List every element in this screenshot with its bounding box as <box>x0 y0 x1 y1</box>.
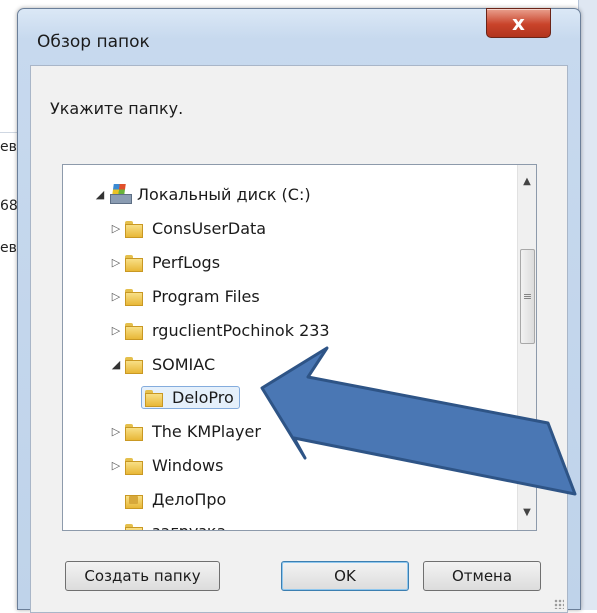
collapsed-triangle-icon[interactable]: ▷ <box>107 290 125 303</box>
tree-item-windows[interactable]: ▷ Windows <box>107 449 223 481</box>
collapsed-triangle-icon[interactable]: ▷ <box>107 425 125 438</box>
tree-item-rguclient[interactable]: ▷ rguclientPochinok 233 <box>107 314 330 346</box>
tree-item-delopro-selected[interactable]: DeloPro <box>141 381 240 413</box>
folder-icon <box>125 422 143 441</box>
folder-tree[interactable]: ◢ Локальный диск (C:) ▷ ConsUserData ▷ P… <box>62 164 537 531</box>
close-icon: x <box>512 11 525 35</box>
folder-icon <box>125 287 143 306</box>
collapsed-triangle-icon[interactable]: ▷ <box>107 324 125 337</box>
close-button[interactable]: x <box>486 8 551 38</box>
scroll-down-icon[interactable]: ▼ <box>518 504 536 522</box>
tree-item-label: PerfLogs <box>152 252 221 272</box>
tree-item-consuserdata[interactable]: ▷ ConsUserData <box>107 212 266 244</box>
tree-item-label: SOMIAC <box>152 354 216 374</box>
tree-item-local-disk[interactable]: ◢ Локальный диск (C:) <box>91 178 311 210</box>
tree-item-label: загрузка <box>152 521 227 531</box>
vertical-scrollbar[interactable]: ▲ ≡ ▼ <box>517 165 536 530</box>
expanded-triangle-icon[interactable]: ◢ <box>107 358 125 371</box>
background-text-1: ев <box>0 139 17 155</box>
folder-icon <box>125 321 143 340</box>
expanded-triangle-icon[interactable]: ◢ <box>91 188 109 201</box>
folder-icon <box>125 219 143 238</box>
tree-item-label: Локальный диск (C:) <box>137 184 311 204</box>
folder-icon <box>145 388 163 407</box>
tree-item-somiac[interactable]: ◢ SOMIAC <box>107 348 215 380</box>
prompt-label: Укажите папку. <box>50 99 184 118</box>
folder-icon <box>125 522 143 530</box>
dialog-body: Укажите папку. ◢ Локальный диск (C:) ▷ C… <box>30 65 568 613</box>
new-folder-label: Создать папку <box>84 567 201 585</box>
collapsed-triangle-icon[interactable]: ▷ <box>107 256 125 269</box>
drive-icon <box>109 184 132 204</box>
scroll-up-icon[interactable]: ▲ <box>518 173 536 191</box>
tree-item-program-files[interactable]: ▷ Program Files <box>107 280 260 312</box>
dialog-title: Обзор папок <box>37 32 150 52</box>
folder-icon <box>125 253 143 272</box>
cancel-label: Отмена <box>451 567 513 585</box>
tree-item-label: ConsUserData <box>152 218 267 238</box>
tree-item-label: Windows <box>152 455 224 475</box>
collapsed-triangle-icon[interactable]: ▷ <box>107 459 125 472</box>
tree-item-perflogs[interactable]: ▷ PerfLogs <box>107 246 220 278</box>
tree-item-delopro-ru[interactable]: ДелоПро <box>125 483 226 515</box>
scroll-thumb[interactable]: ≡ <box>520 249 535 344</box>
folder-icon <box>125 456 143 475</box>
tree-item-label: The KMPlayer <box>152 421 261 441</box>
tree-item-label: ДелоПро <box>152 489 227 509</box>
tree-item-label: Program Files <box>152 286 260 306</box>
new-folder-button[interactable]: Создать папку <box>65 561 220 591</box>
resize-grip-icon[interactable] <box>554 599 564 609</box>
locked-folder-icon <box>125 490 143 509</box>
tree-item-kmplayer[interactable]: ▷ The KMPlayer <box>107 415 261 447</box>
selection-highlight: DeloPro <box>141 385 240 409</box>
tree-item-label: DeloPro <box>172 387 234 407</box>
cancel-button[interactable]: Отмена <box>423 561 541 591</box>
browse-folder-dialog: Обзор папок x Укажите папку. ◢ Локальный… <box>17 8 581 613</box>
folder-icon <box>125 355 143 374</box>
collapsed-triangle-icon[interactable]: ▷ <box>107 222 125 235</box>
ok-label: OK <box>334 567 356 585</box>
tree-item-zagruzka[interactable]: загрузка <box>125 515 227 531</box>
ok-button[interactable]: OK <box>281 561 409 591</box>
tree-item-label: rguclientPochinok 233 <box>152 320 330 340</box>
background-text-2: 68 <box>0 198 18 214</box>
